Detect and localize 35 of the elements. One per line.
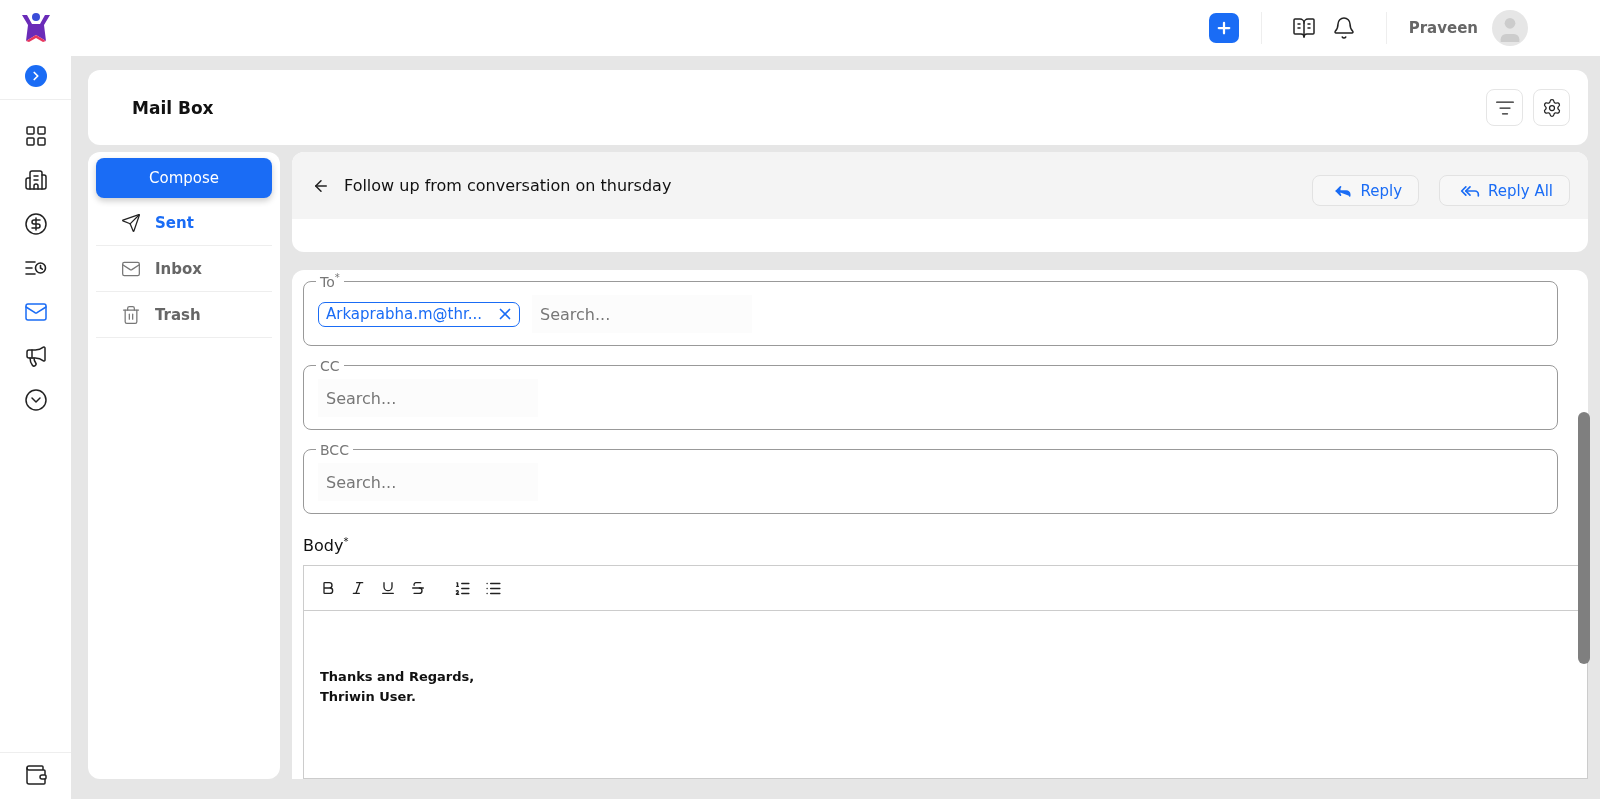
field-label: CC: [320, 358, 340, 374]
expand-button[interactable]: [24, 65, 47, 87]
folder-item[interactable]: Trash: [96, 292, 272, 338]
body-text: Thriwin User.: [320, 688, 417, 707]
thread-subject: Follow up from conversation on thursday: [344, 176, 673, 195]
bold-icon[interactable]: [320, 580, 336, 597]
italic-icon[interactable]: [350, 580, 366, 597]
chevron-down-icon[interactable]: [22, 387, 49, 413]
settings-icon: [1541, 97, 1562, 118]
add-button[interactable]: [1208, 13, 1239, 43]
compose-button[interactable]: Compose: [96, 158, 272, 198]
strikethrough-icon[interactable]: [410, 580, 426, 597]
reply-all-button[interactable]: Reply All: [1439, 175, 1570, 206]
recipient-email: Arkaprabha.m@thr...: [326, 305, 482, 323]
folder-item[interactable]: Sent: [96, 200, 272, 246]
body-text: Thanks and Regards,: [320, 668, 476, 687]
dollar-icon[interactable]: [22, 211, 49, 237]
trash-icon: [121, 304, 141, 325]
user-name: Praveen: [1408, 19, 1478, 37]
reply-button[interactable]: Reply: [1311, 175, 1420, 206]
send-icon: [121, 212, 141, 233]
wallet-icon[interactable]: [23, 763, 48, 787]
field-label: BCC: [320, 442, 349, 458]
body-label: Body$^{*}$: [303, 536, 350, 556]
filter-button[interactable]: [1486, 89, 1523, 126]
bell-icon[interactable]: [1331, 16, 1356, 40]
page-title: Mail Box: [132, 97, 215, 118]
folder-item[interactable]: Inbox: [96, 246, 272, 292]
settings-button[interactable]: [1533, 89, 1570, 126]
building-icon[interactable]: [22, 167, 49, 193]
book-icon[interactable]: [1291, 16, 1316, 40]
numbered-list-icon[interactable]: [454, 579, 471, 597]
underline-icon[interactable]: [380, 580, 396, 597]
scrollbar[interactable]: [1578, 412, 1590, 664]
field-label: To$^{*}$: [320, 274, 340, 290]
